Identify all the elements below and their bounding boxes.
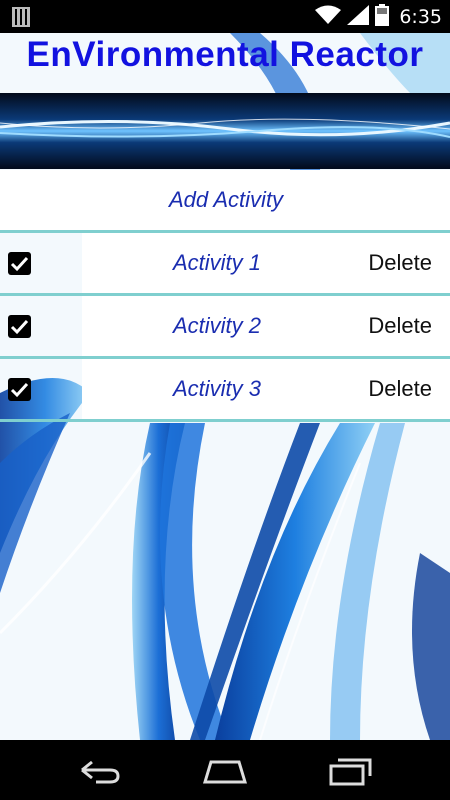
notification-icon — [12, 7, 30, 31]
add-activity-button[interactable]: Add Activity — [0, 170, 450, 230]
activity-name[interactable]: Activity 3 — [82, 359, 352, 419]
app-screen: EnVironmental Reactor Add Activity Activ… — [0, 33, 450, 740]
recents-icon[interactable] — [328, 752, 374, 793]
divider — [0, 419, 450, 422]
status-bar: 6:35 — [0, 0, 450, 33]
signal-icon — [347, 4, 370, 29]
activity-checkbox[interactable] — [8, 252, 31, 275]
checkmark-icon — [10, 382, 29, 398]
list-item: Activity 3 Delete — [0, 359, 450, 419]
checkmark-icon — [10, 319, 29, 335]
delete-button[interactable]: Delete — [368, 296, 432, 356]
header-banner-image — [0, 93, 450, 169]
battery-icon — [375, 3, 390, 30]
list-item: Activity 1 Delete — [0, 233, 450, 293]
navigation-bar — [0, 740, 450, 800]
checkmark-icon — [10, 256, 29, 272]
activity-name[interactable]: Activity 1 — [82, 233, 352, 293]
delete-button[interactable]: Delete — [368, 233, 432, 293]
activity-checkbox[interactable] — [8, 315, 31, 338]
delete-button[interactable]: Delete — [368, 359, 432, 419]
wifi-icon — [315, 5, 342, 29]
back-icon[interactable] — [78, 752, 122, 793]
activity-checkbox[interactable] — [8, 378, 31, 401]
add-activity-label: Add Activity — [168, 187, 284, 212]
list-item: Activity 2 Delete — [0, 296, 450, 356]
clock: 6:35 — [399, 5, 442, 28]
home-icon[interactable] — [201, 752, 249, 793]
app-title: EnVironmental Reactor — [26, 35, 424, 74]
activity-name[interactable]: Activity 2 — [82, 296, 352, 356]
